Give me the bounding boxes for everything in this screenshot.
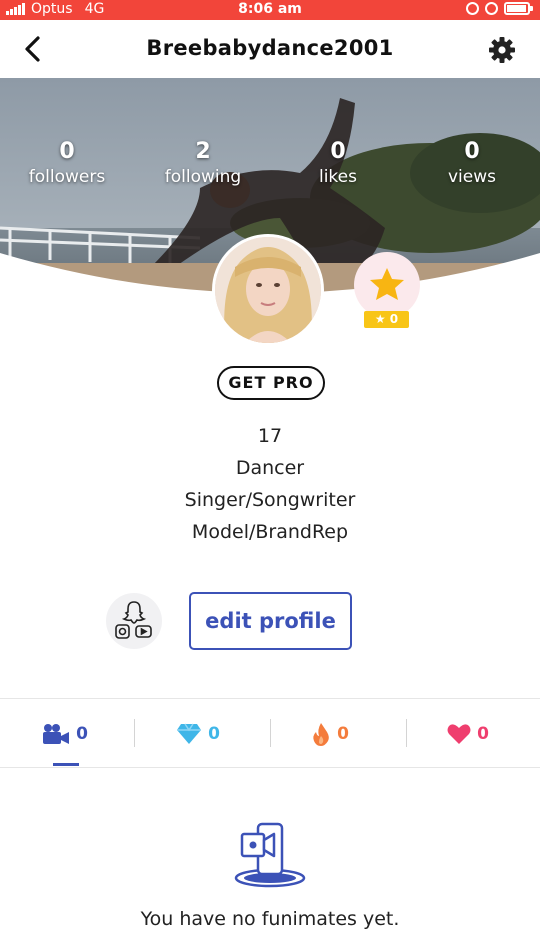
tab-divider bbox=[270, 719, 271, 747]
get-pro-button[interactable]: GET PRO bbox=[217, 366, 325, 400]
stat-value: 0 bbox=[464, 139, 480, 164]
heart-icon bbox=[447, 724, 471, 744]
gear-icon bbox=[489, 37, 515, 63]
status-bar: Optus 4G 8:06 am bbox=[0, 0, 540, 20]
snapchat-icon bbox=[121, 601, 147, 624]
tab-divider bbox=[134, 719, 135, 747]
tab-fire[interactable]: 0 bbox=[280, 699, 380, 769]
content-tabs: 0 0 0 0 bbox=[0, 698, 540, 768]
stat-label: following bbox=[164, 167, 242, 187]
stat-followers[interactable]: 0 followers bbox=[2, 138, 132, 188]
edit-profile-button[interactable]: edit profile bbox=[189, 592, 352, 650]
star-badge[interactable] bbox=[354, 252, 420, 318]
social-links-button[interactable] bbox=[106, 593, 162, 649]
avatar[interactable] bbox=[212, 234, 324, 346]
page-title: Breebabydance2001 bbox=[146, 36, 394, 60]
rotation-lock-icon bbox=[466, 2, 479, 15]
tab-count: 0 bbox=[76, 724, 88, 744]
stat-value: 0 bbox=[59, 139, 75, 164]
stat-label: followers bbox=[28, 167, 106, 187]
tab-count: 0 bbox=[477, 724, 489, 744]
star-icon bbox=[370, 268, 404, 300]
stat-following[interactable]: 2 following bbox=[138, 138, 268, 188]
diamond-icon bbox=[177, 723, 202, 744]
stat-value: 0 bbox=[330, 139, 346, 164]
alarm-icon bbox=[485, 2, 498, 15]
battery-icon bbox=[504, 2, 533, 15]
profile-stats: 0 followers 2 following 0 likes 0 views bbox=[0, 138, 540, 198]
empty-state-message: You have no funimates yet. bbox=[140, 908, 400, 930]
star-count-badge: ★ 0 bbox=[364, 311, 409, 328]
stat-value: 2 bbox=[195, 139, 211, 164]
tab-count: 0 bbox=[337, 724, 349, 744]
tab-divider bbox=[406, 719, 407, 747]
tab-count: 0 bbox=[208, 724, 220, 744]
social-icons bbox=[115, 601, 152, 639]
tab-hearts[interactable]: 0 bbox=[418, 699, 518, 769]
avatar-image bbox=[215, 237, 321, 343]
bio-line: Dancer bbox=[235, 457, 305, 479]
bio-line: Model/BrandRep bbox=[191, 521, 349, 543]
stat-label: likes bbox=[318, 167, 357, 187]
fire-icon bbox=[313, 723, 329, 746]
stat-label: views bbox=[447, 167, 496, 187]
active-tab-indicator bbox=[53, 763, 79, 766]
bio-line: 17 bbox=[257, 425, 283, 447]
video-camera-icon bbox=[43, 724, 70, 744]
youtube-icon bbox=[135, 625, 152, 638]
instagram-icon bbox=[115, 624, 130, 639]
settings-button[interactable] bbox=[488, 36, 516, 64]
stat-likes[interactable]: 0 likes bbox=[273, 138, 403, 188]
profile-bio: 17 Dancer Singer/Songwriter Model/BrandR… bbox=[0, 420, 540, 548]
stat-views[interactable]: 0 views bbox=[407, 138, 537, 188]
bio-line: Singer/Songwriter bbox=[184, 489, 356, 511]
phone-video-icon bbox=[234, 822, 306, 888]
top-nav-bar: Breebabydance2001 bbox=[0, 20, 540, 78]
status-time: 8:06 am bbox=[238, 1, 302, 17]
empty-state-icon bbox=[232, 818, 308, 890]
tab-funimates[interactable]: 0 bbox=[15, 699, 115, 769]
tab-diamonds[interactable]: 0 bbox=[148, 699, 248, 769]
